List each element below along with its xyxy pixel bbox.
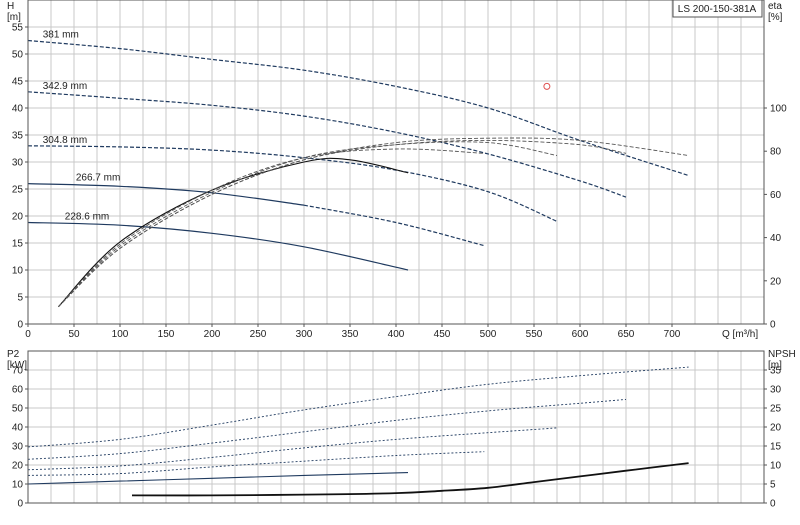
pump-curve-chart: 0 5 10 15 20 25 30 35 40 45 50 55 0 20 40 60 80 100 0 50 100…	[0, 0, 800, 520]
y-tick-label: 40	[12, 104, 24, 115]
power-curve	[27, 366, 689, 448]
y-tick-label: 10	[12, 480, 24, 491]
x-tick-label: 500	[480, 329, 497, 340]
y-tick-label: 15	[12, 239, 24, 250]
y2-tick-label: 10	[770, 461, 782, 472]
x-axis-label: Q [m³/h]	[722, 329, 758, 340]
head-curve-228-6-mm	[27, 221, 409, 271]
y2-tick-label: 15	[770, 442, 782, 453]
y-tick-label: 55	[12, 23, 24, 34]
eta-curve	[58, 139, 627, 308]
eta-curve	[58, 148, 485, 308]
pump-curve-svg: 05101520253035404550550204060801000 50 100…	[7, 0, 796, 510]
eta-curve	[58, 141, 558, 308]
labels-layer: 05101520253035404550550204060801000 50 100…	[7, 1, 796, 510]
y2-axis-label-unit: [%]	[768, 12, 783, 23]
chart-title: LS 200-150-381A	[678, 4, 757, 15]
x-tick-label: 600	[572, 329, 589, 340]
y-tick-label: 30	[12, 442, 24, 453]
x-tick-label: 150	[158, 329, 175, 340]
y-tick-label: 45	[12, 77, 24, 88]
x-tick-label: 700	[664, 329, 681, 340]
y2-axis-label: NPSH	[768, 349, 796, 360]
y2-tick-label: 100	[770, 104, 787, 115]
series-label: 228.6 mm	[65, 211, 109, 222]
x-tick-label: 400	[388, 329, 405, 340]
x-tick-label: 300	[296, 329, 313, 340]
y-tick-label: 50	[12, 50, 24, 61]
power-curve	[27, 427, 558, 471]
y-tick-label: 10	[12, 266, 24, 277]
series-label: 381 mm	[43, 30, 79, 41]
operating-point-marker	[543, 82, 551, 90]
x-tick-label: 0	[25, 329, 31, 340]
y-tick-label: 20	[12, 212, 24, 223]
x-tick-label: 450	[434, 329, 451, 340]
y2-tick-label: 0	[770, 320, 776, 331]
x-tick-label: 350	[342, 329, 359, 340]
y2-axis-label-unit: [m]	[768, 360, 782, 371]
y2-tick-label: 80	[770, 147, 782, 158]
y-tick-label: 25	[12, 185, 24, 196]
y-tick-label: 35	[12, 131, 24, 142]
y-tick-label: 30	[12, 158, 24, 169]
x-tick-label: 200	[204, 329, 221, 340]
x-tick-label: 550	[526, 329, 543, 340]
series-label: 266.7 mm	[76, 173, 120, 184]
x-tick-label: 250	[250, 329, 267, 340]
y-tick-label: 40	[12, 423, 24, 434]
y-tick-label: 0	[17, 499, 23, 510]
head-curve-266-7-mm-tail	[303, 204, 485, 247]
y2-tick-label: 60	[770, 190, 782, 201]
y-tick-label: 60	[12, 385, 24, 396]
npsh-curve	[131, 462, 689, 497]
x-tick-label: 100	[112, 329, 129, 340]
y2-tick-label: 25	[770, 404, 782, 415]
y-axis-label: H	[7, 1, 14, 12]
y-axis-label-unit: [kW]	[7, 360, 27, 371]
x-tick-label: 50	[68, 329, 80, 340]
y-tick-label: 20	[12, 461, 24, 472]
y2-tick-label: 20	[770, 276, 782, 287]
y-axis-label-unit: [m]	[7, 12, 21, 23]
y-tick-label: 50	[12, 404, 24, 415]
title-box: LS 200-150-381A	[672, 0, 763, 18]
series-label: 304.8 mm	[43, 135, 87, 146]
y2-tick-label: 40	[770, 233, 782, 244]
y2-tick-label: 20	[770, 423, 782, 434]
x-tick-label: 650	[618, 329, 635, 340]
y2-tick-label: 30	[770, 385, 782, 396]
y-tick-label: 5	[17, 293, 23, 304]
y2-tick-label: 0	[770, 499, 776, 510]
y-axis-label: P2	[7, 349, 20, 360]
y2-axis-label: eta	[768, 1, 782, 12]
y2-tick-label: 5	[770, 480, 776, 491]
y-tick-label: 0	[17, 320, 23, 331]
series-label: 342.9 mm	[43, 81, 87, 92]
grid-layer	[28, 0, 764, 503]
